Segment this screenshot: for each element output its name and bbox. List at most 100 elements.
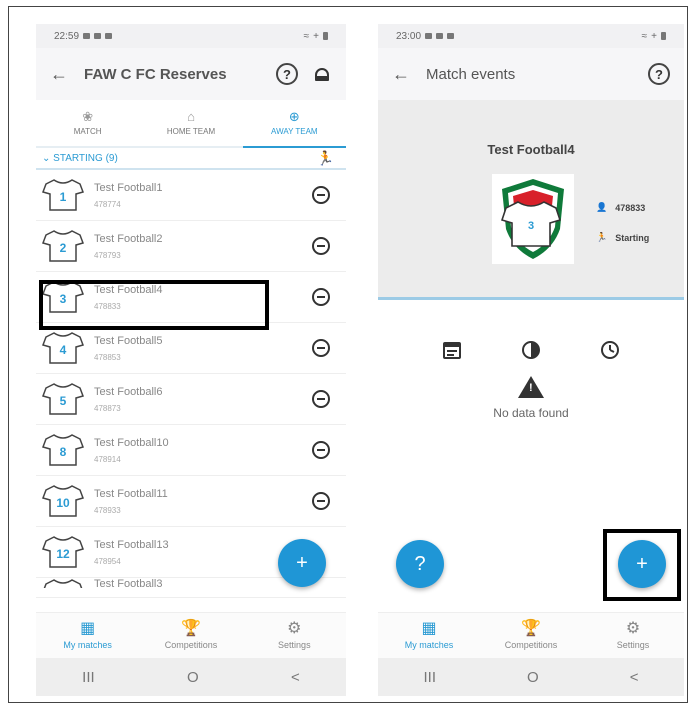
substitution-runner-icon[interactable]: 🏃 [317,150,334,167]
back-arrow-icon[interactable]: ← [50,64,72,85]
runner-icon: 🏃 [596,232,608,242]
phone-squad-screen: 22:59 ≈ + ← FAW C FC Reserves ? ❀ MATCH … [36,24,346,696]
gear-icon: ⚙ [625,620,641,637]
app-bar: ← Match events ? [378,48,684,100]
home-button[interactable]: O [527,669,539,686]
shirt-number: 4 [59,343,67,357]
nav-label: Settings [278,640,311,650]
nav-settings[interactable]: ⚙ Settings [582,613,684,658]
help-button[interactable]: ? [648,63,670,85]
player-id: 478833 [615,202,646,213]
player-status: Starting [615,232,650,243]
tab-label: AWAY TEAM [271,127,318,136]
player-name: Test Football4 [487,142,575,157]
nav-my-matches[interactable]: ▦ My matches [378,613,480,658]
status-time: 22:59 [54,30,80,42]
cloud-icon [94,33,102,39]
system-navigation-bar: III O < [36,658,346,696]
calendar-status-icon [447,33,455,39]
shirt-icon: 1 [42,178,84,212]
shirt-number: 8 [59,445,67,459]
shirt-icon: 2 [42,229,84,263]
list-item[interactable]: 2 Test Football2 478793 [36,221,346,272]
tab-away-team[interactable]: ⊕ AWAY TEAM [242,100,346,148]
shirt-number: 12 [56,547,70,561]
back-button[interactable]: < [291,669,300,686]
app-bar: ← FAW C FC Reserves ? [36,48,346,100]
half-time-icon[interactable] [521,340,541,360]
recent-apps-button[interactable]: III [424,669,437,686]
remove-player-button[interactable] [312,186,330,204]
section-label: STARTING (9) [53,152,118,164]
player-list: 1 Test Football1 478774 2 Test Football2 4… [36,170,346,598]
tab-label: MATCH [73,127,102,136]
nav-label: Settings [616,640,650,650]
grid-icon: ▦ [80,620,96,637]
nav-label: Competitions [164,640,218,650]
chevron-down-icon: ⌄ [42,152,54,164]
person-icon: 👤 [596,202,608,212]
list-item[interactable]: 5 Test Football6 478873 [36,374,346,425]
wifi-icon: ≈ [641,30,648,42]
list-item[interactable]: 1 Test Football1 478774 [36,170,346,221]
remove-player-button[interactable] [312,339,330,357]
remove-player-button[interactable] [312,288,330,306]
referee-whistle-icon[interactable] [312,64,332,84]
gear-icon: ⚙ [287,620,302,637]
back-arrow-icon[interactable]: ← [392,64,414,85]
page-title: FAW C FC Reserves [84,65,227,83]
nav-label: My matches [404,640,454,650]
notification-icon [83,33,91,39]
help-fab-button[interactable]: ? [396,540,444,588]
status-bar: 23:00 ≈ + [378,24,684,48]
back-button[interactable]: < [630,669,639,686]
player-id: 478914 [94,454,121,464]
trophy-icon: 🏆 [521,620,541,637]
ball-icon: ❀ [82,109,94,124]
player-id: 478933 [94,505,121,515]
shirt-icon: 3 [500,200,562,248]
add-button[interactable]: + [278,539,326,587]
nav-competitions[interactable]: 🏆 Competitions [480,613,582,658]
tab-match[interactable]: ❀ MATCH [36,100,139,146]
starting-section-header[interactable]: ⌄ STARTING (9) 🏃 [36,148,346,170]
nav-my-matches[interactable]: ▦ My matches [36,613,139,658]
nav-competitions[interactable]: 🏆 Competitions [139,613,242,658]
player-id-row: 👤 478833 [596,202,645,213]
list-item[interactable]: 4 Test Football5 478853 [36,323,346,374]
player-id: 478853 [94,352,121,362]
remove-player-button[interactable] [312,237,330,255]
player-name: Test Football10 [94,436,169,449]
clock-icon[interactable] [600,340,620,360]
shirt-icon: 12 [42,535,84,569]
player-name: Test Football6 [94,385,163,398]
shirt-icon: 8 [42,433,84,467]
tab-home-team[interactable]: ⌂ HOME TEAM [139,100,242,146]
player-name: Test Football1 [94,181,163,194]
shirt-icon: 5 [42,382,84,416]
empty-state: ! No data found [378,376,684,420]
list-item[interactable]: 8 Test Football10 478914 [36,425,346,476]
shirt-icon: 10 [42,484,84,518]
list-item[interactable]: 10 Test Football11 478933 [36,476,346,527]
remove-player-button[interactable] [312,441,330,459]
home-button[interactable]: O [187,669,199,686]
warning-icon: ! [518,376,544,398]
recent-apps-button[interactable]: III [82,669,95,686]
signal-icon: + [651,30,657,42]
shirt-number: 2 [59,241,67,255]
phone-match-events-screen: 23:00 ≈ + ← Match events ? Test Football… [378,24,684,696]
nav-settings[interactable]: ⚙ Settings [243,613,346,658]
grid-icon: ▦ [421,620,437,637]
battery-icon [323,32,328,40]
status-time: 23:00 [396,30,422,42]
remove-player-button[interactable] [312,390,330,408]
help-button[interactable]: ? [276,63,298,85]
home-icon: ⌂ [187,109,195,124]
player-name: Test Football5 [94,334,163,347]
battery-icon [661,32,666,40]
calendar-status-icon [105,33,113,39]
calendar-icon[interactable] [442,340,462,360]
remove-player-button[interactable] [312,492,330,510]
signal-icon: + [313,30,319,42]
